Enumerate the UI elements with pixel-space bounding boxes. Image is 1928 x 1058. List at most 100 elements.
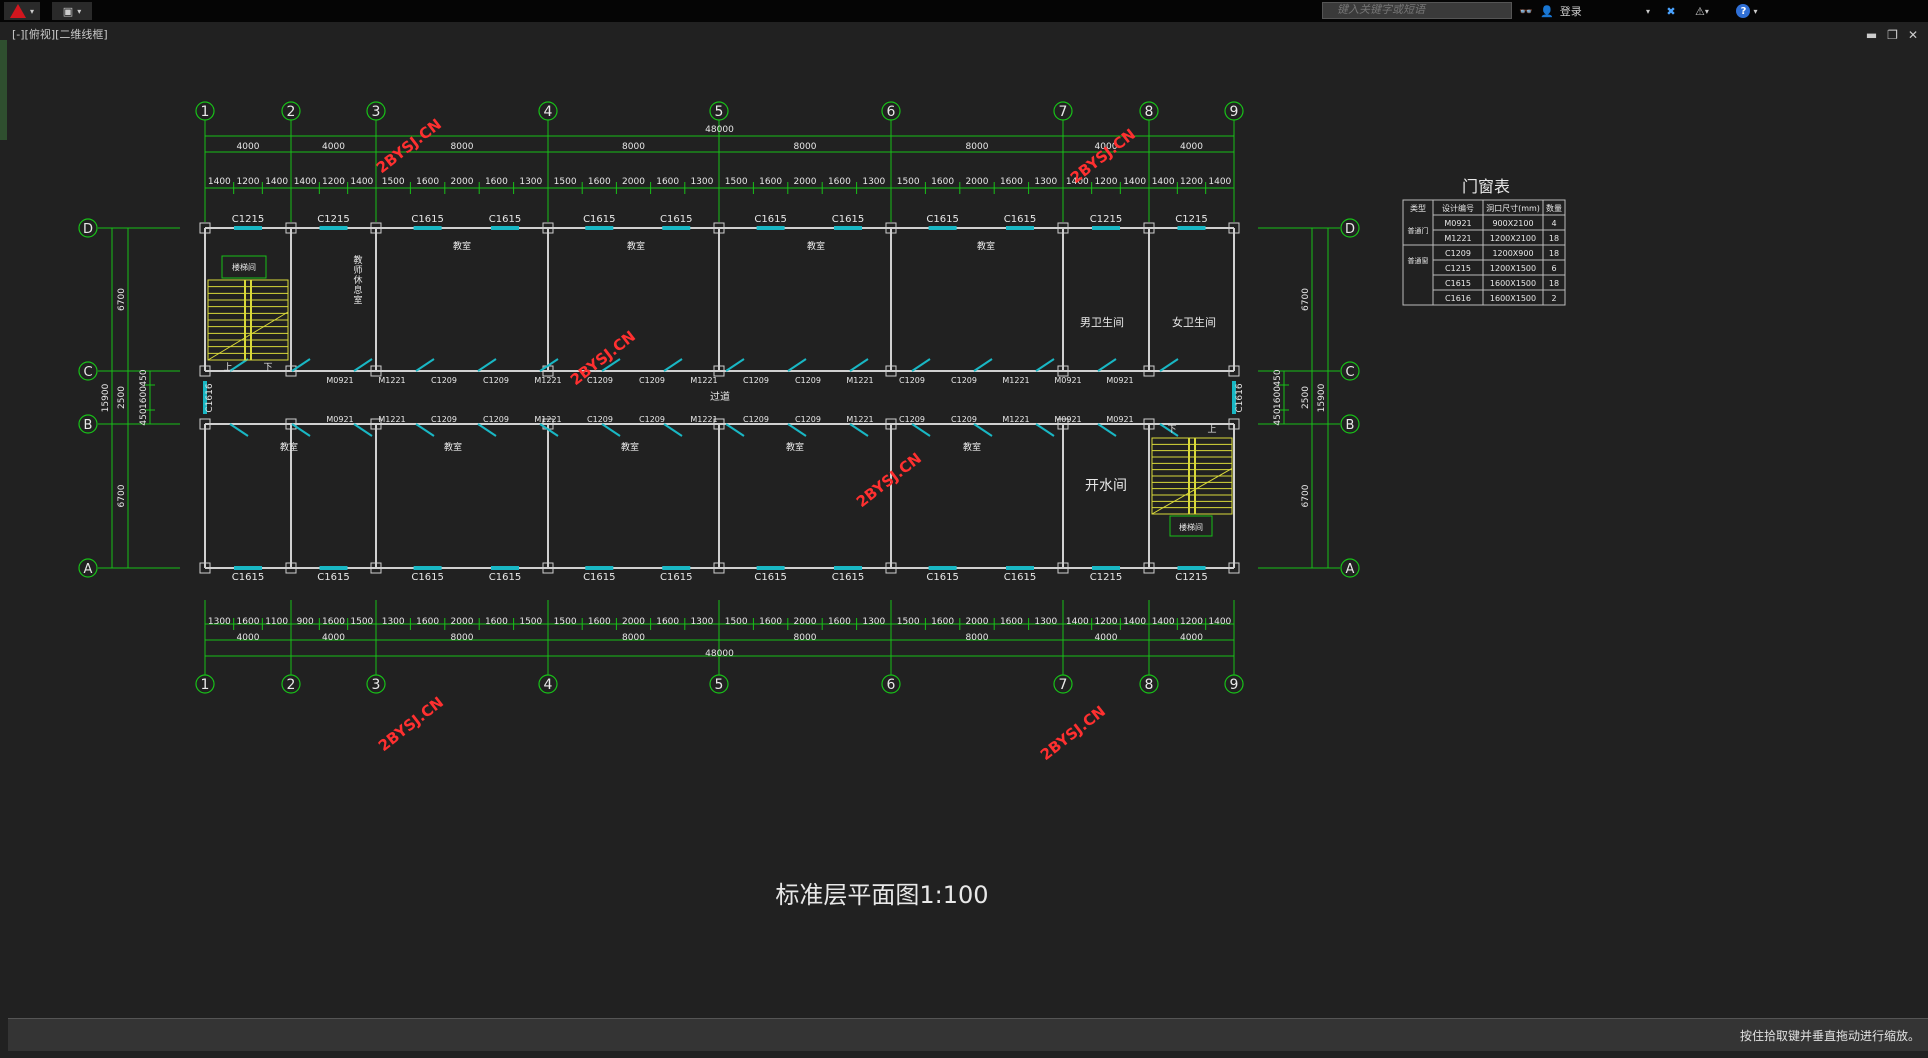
bay-dim-text: 4000	[322, 142, 345, 152]
bay-dim-text: 4000	[237, 142, 260, 152]
table-cell: 18	[1549, 249, 1559, 258]
table-header: 类型	[1410, 203, 1426, 213]
binoculars-icon[interactable]: 👓	[1516, 2, 1536, 20]
axis-label: C	[1345, 365, 1354, 380]
door-swing	[353, 423, 373, 437]
detail-dim-text: 1200	[1095, 177, 1118, 187]
window-label: C1615	[926, 572, 958, 583]
quick-access-toolbar-button[interactable]: ▣ ▾	[52, 2, 92, 20]
detail-dim-text: 1600	[416, 177, 439, 187]
table-cell: 18	[1549, 234, 1559, 243]
door-label: M0921	[1106, 376, 1133, 385]
bay-dim-text: 4000	[1180, 633, 1203, 643]
detail-dim-text: 1600	[237, 617, 260, 627]
stair-label: 楼梯间	[1179, 522, 1203, 532]
login-button[interactable]: 👤 登录 ▾	[1540, 2, 1650, 20]
window-label: C1615	[1004, 572, 1036, 583]
window-label: C1615	[754, 572, 786, 583]
bay-dim-text: 8000	[966, 633, 989, 643]
detail-dim-text: 1600	[931, 177, 954, 187]
detail-dim-text: 1500	[554, 617, 577, 627]
window-label: C1615	[411, 572, 443, 583]
window-label: C1615	[583, 572, 615, 583]
bay-dim-text: 8000	[451, 142, 474, 152]
detail-dim-text: 1600	[759, 177, 782, 187]
room-label: 教室	[453, 240, 471, 252]
table-cell: 4	[1551, 219, 1556, 228]
window-label: C1615	[489, 214, 521, 225]
detail-dim-text: 1600	[1000, 617, 1023, 627]
detail-dim-text: 1200	[1095, 617, 1118, 627]
exchange-icon[interactable]: ✖	[1660, 2, 1682, 20]
door-window-table: 门窗表类型 设计编号 洞口尺寸(mm) 数量普通门 M0921 900X2100 4 M122…	[1402, 177, 1566, 306]
table-cell: C1616	[1445, 294, 1471, 303]
door-swing	[229, 358, 249, 372]
watermark-text: 2BYSJ.CN	[1037, 702, 1109, 764]
door-label: M1221	[378, 415, 405, 424]
axis-label: 5	[715, 104, 724, 120]
door-label: M1221	[1002, 415, 1029, 424]
vert-bay-text: 2500	[1301, 386, 1311, 409]
detail-dim-text: 1600	[828, 177, 851, 187]
help-button[interactable]: ? ▾	[1730, 2, 1764, 20]
autocad-logo-icon	[9, 4, 26, 18]
door-swing	[849, 423, 869, 437]
door-label: C1209	[795, 376, 821, 385]
detail-dim-text: 1300	[862, 617, 885, 627]
vert-small-text: 450	[139, 408, 149, 425]
vert-small-text: 450	[1273, 369, 1283, 386]
door-swing	[725, 358, 745, 372]
corridor-label: 过道	[710, 390, 730, 403]
application-menu-button[interactable]: ▾	[4, 2, 40, 20]
door-swing	[787, 423, 807, 437]
door-label: M0921	[1106, 415, 1133, 424]
table-cell: C1215	[1445, 264, 1471, 273]
search-input[interactable]	[1322, 2, 1512, 19]
side-window-label: C1616	[205, 383, 215, 412]
door-swing	[787, 358, 807, 372]
door-swing	[353, 358, 373, 372]
door-swing	[477, 423, 497, 437]
overall-dim-text: 48000	[705, 125, 734, 135]
door-swing	[477, 358, 497, 372]
door-label: M0921	[326, 376, 353, 385]
detail-dim-text: 2000	[451, 617, 474, 627]
window-label: C1215	[1090, 572, 1122, 583]
drawing-canvas[interactable]: 112233445566778899D DC CB BA A 480004000 4000…	[0, 22, 1928, 1018]
up-label: 上	[223, 362, 232, 373]
detail-dim-text: 1200	[237, 177, 260, 187]
detail-dim-text: 1600	[588, 177, 611, 187]
door-swing	[973, 358, 993, 372]
table-cell: 1600X1500	[1490, 294, 1536, 303]
detail-dim-text: 1300	[519, 177, 542, 187]
window-label: C1615	[660, 214, 692, 225]
detail-dim-text: 1500	[897, 617, 920, 627]
detail-dim-text: 1500	[382, 177, 405, 187]
detail-dim-text: 1500	[725, 177, 748, 187]
window-label: C1615	[660, 572, 692, 583]
door-label: M1221	[690, 376, 717, 385]
table-cell: 18	[1549, 279, 1559, 288]
room-label-teacher: 息	[353, 284, 362, 296]
door-label: C1209	[431, 415, 457, 424]
room-label-teacher: 室	[353, 294, 362, 306]
door-swing	[1159, 358, 1179, 372]
door-swing	[415, 358, 435, 372]
table-border	[1402, 199, 1566, 306]
status-bar: 按住拾取键并垂直拖动进行缩放。	[8, 1018, 1928, 1051]
table-cell: 2	[1551, 294, 1556, 303]
detail-dim-text: 1400	[1152, 177, 1175, 187]
bay-dim-text: 4000	[1180, 142, 1203, 152]
stair-arrow	[207, 311, 289, 361]
table-title: 门窗表	[1462, 177, 1510, 196]
room-label-teacher: 师	[353, 264, 362, 276]
axis-label: A	[1346, 562, 1355, 577]
bay-dim-text: 8000	[794, 142, 817, 152]
axis-label: D	[1345, 222, 1355, 237]
table-cell: 900X2100	[1492, 219, 1533, 228]
table-header: 设计编号	[1442, 203, 1474, 213]
window-label: C1615	[411, 214, 443, 225]
down-label: 下	[263, 363, 272, 373]
autodesk-app-icon[interactable]: ⚠ ▾	[1688, 2, 1716, 20]
door-label: C1209	[743, 376, 769, 385]
